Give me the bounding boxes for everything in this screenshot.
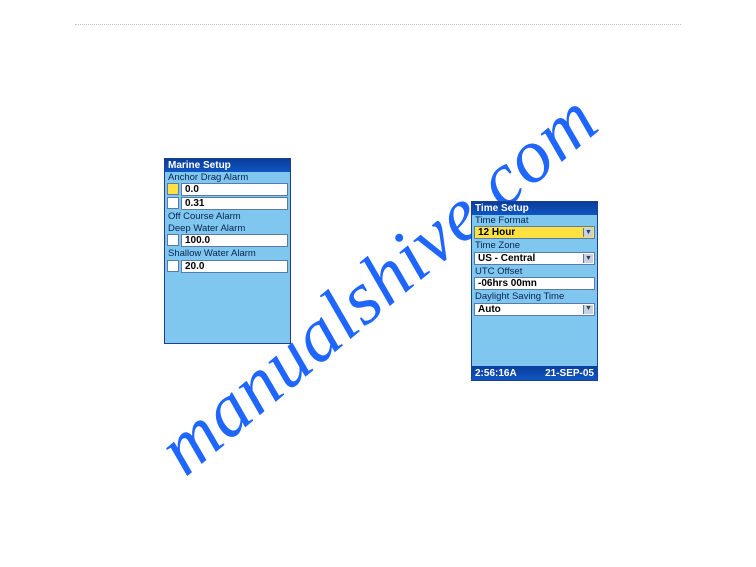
anchor-drag-value[interactable]: 0.0 [181, 183, 288, 196]
status-date: 21-SEP-05 [545, 368, 594, 379]
shallowwater-value-text: 20.0 [185, 261, 204, 272]
dst-select[interactable]: Auto ▼ [474, 303, 595, 316]
chevron-down-icon: ▼ [583, 254, 593, 263]
dst-value: Auto [478, 304, 501, 315]
dst-label: Daylight Saving Time [472, 291, 597, 302]
utc-offset-value: -06hrs 00mn [478, 278, 537, 289]
shallowwater-value[interactable]: 20.0 [181, 260, 288, 273]
anchor-drag2-value[interactable]: 0.31 [181, 197, 288, 210]
status-bar: 2:56:16A 21-SEP-05 [472, 366, 597, 380]
time-zone-label: Time Zone [472, 240, 597, 251]
time-zone-select[interactable]: US - Central ▼ [474, 252, 595, 265]
time-format-value: 12 Hour [478, 227, 515, 238]
time-title: Time Setup [472, 202, 597, 215]
deepwater-value[interactable]: 100.0 [181, 234, 288, 247]
utc-offset-value-field[interactable]: -06hrs 00mn [474, 277, 595, 290]
deepwater-value-text: 100.0 [185, 235, 210, 246]
anchor-drag2-value-text: 0.31 [185, 198, 204, 209]
time-format-label: Time Format [472, 215, 597, 226]
time-format-select[interactable]: 12 Hour ▼ [474, 226, 595, 239]
marine-setup-window: Marine Setup Anchor Drag Alarm 0.0 0.31 … [164, 158, 291, 344]
utc-offset-label: UTC Offset [472, 266, 597, 277]
offcourse-label: Off Course Alarm [165, 211, 290, 222]
marine-title: Marine Setup [165, 159, 290, 172]
shallowwater-label: Shallow Water Alarm [165, 248, 290, 259]
chevron-down-icon: ▼ [583, 228, 593, 237]
anchor-drag-label: Anchor Drag Alarm [165, 172, 290, 183]
anchor-drag-value-text: 0.0 [185, 184, 199, 195]
time-zone-value: US - Central [478, 253, 535, 264]
deepwater-label: Deep Water Alarm [165, 223, 290, 234]
shallowwater-checkbox[interactable] [167, 260, 179, 272]
divider [75, 24, 681, 25]
time-setup-window: Time Setup Time Format 12 Hour ▼ Time Zo… [471, 201, 598, 381]
anchor-drag2-checkbox[interactable] [167, 197, 179, 209]
status-time: 2:56:16A [475, 368, 517, 379]
anchor-drag-checkbox[interactable] [167, 183, 179, 195]
chevron-down-icon: ▼ [583, 305, 593, 314]
deepwater-checkbox[interactable] [167, 234, 179, 246]
